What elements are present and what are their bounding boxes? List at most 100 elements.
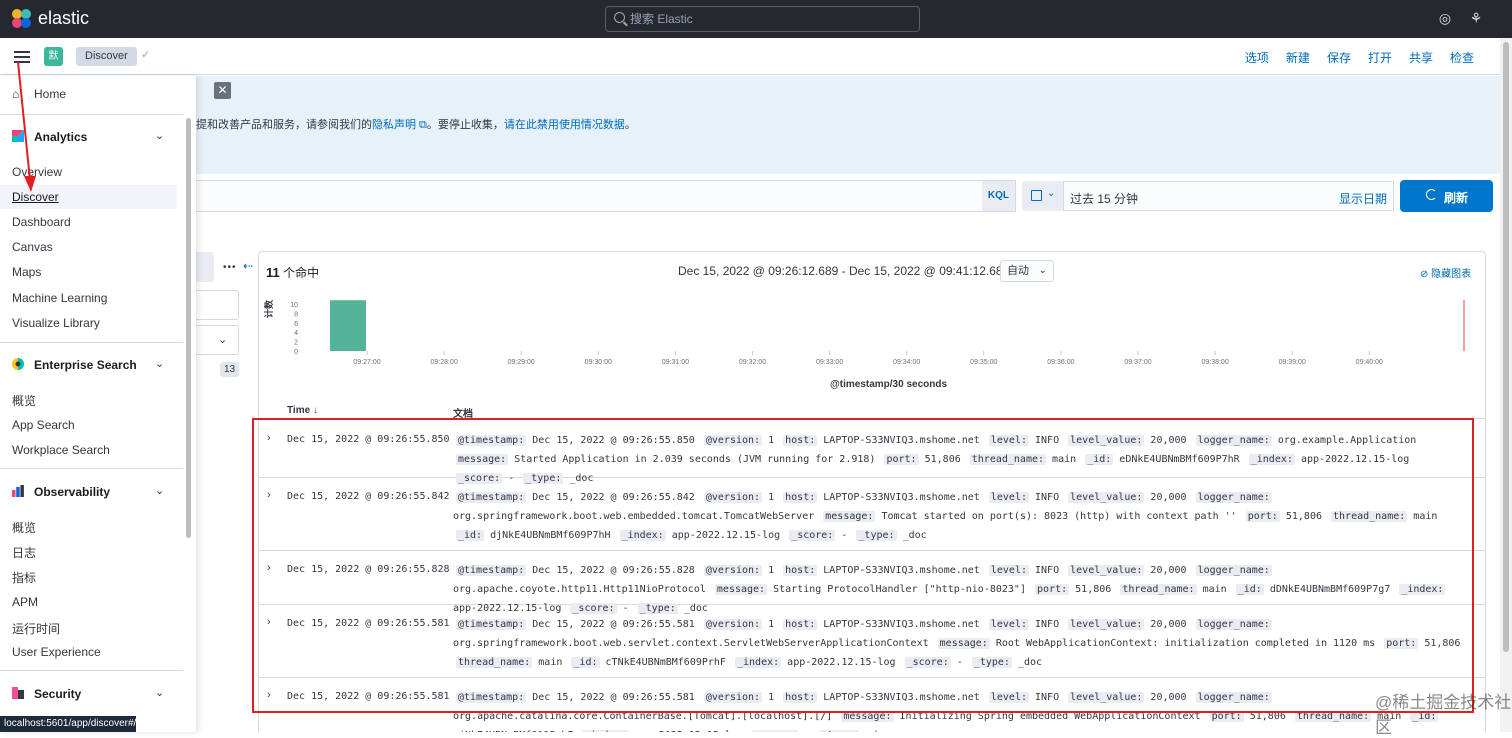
table-row[interactable]: › Dec 15, 2022 @ 09:26:55.581 @timestamp: …: [259, 605, 1485, 678]
field-key: _id:: [456, 530, 485, 541]
chevron-down-icon[interactable]: ⌄: [155, 484, 164, 497]
field-value: org.example.Application: [1277, 435, 1417, 446]
nav-machine-learning[interactable]: Machine Learning: [12, 291, 107, 305]
field-key: message:: [714, 584, 768, 595]
field-value: cTNkE4UBNmBMf609PrhF: [605, 657, 726, 668]
field-key: logger_name:: [1195, 565, 1272, 576]
row-document: @timestamp: Dec 15, 2022 @ 09:26:55.842 …: [453, 488, 1463, 545]
nav-metrics[interactable]: 指标: [12, 569, 36, 586]
field-key: _type:: [971, 657, 1012, 668]
group-security[interactable]: Security ⌄: [12, 687, 164, 701]
row-document: @timestamp: Dec 15, 2022 @ 09:26:55.581 …: [453, 688, 1463, 732]
field-value: 20,000: [1150, 565, 1187, 576]
field-value: 20,000: [1150, 619, 1187, 630]
field-value: djNkE4UBNmBMf609P7hH: [490, 530, 611, 541]
nav-app-search[interactable]: App Search: [12, 418, 75, 432]
field-key: message:: [841, 711, 894, 722]
field-key: message:: [937, 638, 990, 649]
field-key: host:: [783, 565, 818, 576]
field-value: 51,806: [1249, 711, 1286, 722]
nav-canvas[interactable]: Canvas: [12, 240, 53, 254]
field-value: Dec 15, 2022 @ 09:26:55.581: [532, 619, 695, 630]
field-key: level:: [988, 492, 1029, 503]
group-enterprise-search[interactable]: Enterprise Search ⌄: [12, 358, 164, 372]
field-key: _index:: [734, 657, 782, 668]
field-key: port:: [884, 454, 919, 465]
field-value: 1: [768, 619, 775, 630]
field-value: 51,806: [1285, 511, 1322, 522]
field-value: 51,806: [1424, 638, 1461, 649]
field-key: @timestamp:: [456, 619, 527, 630]
group-enterprise-label: Enterprise Search: [34, 358, 137, 372]
field-key: host:: [783, 692, 818, 703]
expand-row-icon[interactable]: ›: [267, 689, 271, 701]
row-time: Dec 15, 2022 @ 09:26:55.581: [287, 618, 450, 629]
field-value: app-2022.12.15-log: [671, 530, 781, 541]
field-value: 51,806: [924, 454, 961, 465]
expand-row-icon[interactable]: ›: [267, 489, 271, 501]
observability-icon: [12, 485, 24, 497]
table-row[interactable]: › Dec 15, 2022 @ 09:26:55.581 @timestamp: …: [259, 678, 1485, 732]
security-icon: [12, 687, 24, 699]
field-key: thread_name:: [1120, 584, 1197, 595]
field-value: main: [538, 657, 563, 668]
field-key: _type:: [856, 530, 897, 541]
row-time: Dec 15, 2022 @ 09:26:55.581: [287, 691, 450, 702]
field-value: INFO: [1035, 435, 1060, 446]
row-time: Dec 15, 2022 @ 09:26:55.828: [287, 564, 450, 575]
analytics-icon: [12, 130, 24, 142]
nav-dashboard[interactable]: Dashboard: [12, 215, 71, 229]
field-value: main: [1413, 511, 1438, 522]
field-value: app-2022.12.15-log: [1300, 454, 1410, 465]
nav-overview[interactable]: Overview: [12, 165, 62, 179]
chevron-down-icon[interactable]: ⌄: [155, 357, 164, 370]
field-key: @timestamp:: [456, 692, 527, 703]
table-row[interactable]: › Dec 15, 2022 @ 09:26:55.842 @timestamp: …: [259, 478, 1485, 551]
nav-apm[interactable]: APM: [12, 595, 38, 609]
field-key: level_value:: [1068, 492, 1145, 503]
table-row[interactable]: › Dec 15, 2022 @ 09:26:55.828 @timestamp: …: [259, 551, 1485, 614]
nav-logs[interactable]: 日志: [12, 544, 36, 561]
sidebar-scrollbar[interactable]: [186, 118, 191, 538]
field-key: @version:: [703, 492, 763, 503]
nav-discover[interactable]: Discover: [12, 190, 59, 204]
table-body: › Dec 15, 2022 @ 09:26:55.850 @timestamp: …: [0, 0, 1512, 732]
divider: [0, 670, 183, 671]
group-analytics[interactable]: Analytics ⌄: [12, 130, 164, 144]
nav-workplace-search[interactable]: Workplace Search: [12, 443, 110, 457]
field-value: 1: [768, 435, 775, 446]
field-key: level_value:: [1068, 692, 1145, 703]
field-value: LAPTOP-S33NVIQ3.mshome.net: [823, 435, 980, 446]
field-value: main: [1052, 454, 1077, 465]
nav-maps[interactable]: Maps: [12, 265, 41, 279]
nav-home[interactable]: ⌂ Home: [12, 87, 66, 101]
nav-es-overview[interactable]: 概览: [12, 392, 36, 409]
group-security-label: Security: [34, 687, 82, 701]
field-key: port:: [1035, 584, 1070, 595]
group-observability[interactable]: Observability ⌄: [12, 485, 164, 499]
field-key: level_value:: [1068, 619, 1145, 630]
divider: [0, 114, 183, 115]
expand-row-icon[interactable]: ›: [267, 562, 271, 574]
nav-user-experience[interactable]: User Experience: [12, 645, 101, 659]
nav-obs-overview[interactable]: 概览: [12, 519, 36, 536]
field-value: Initializing Spring embedded WebApplicat…: [899, 711, 1201, 722]
field-key: logger_name:: [1195, 619, 1272, 630]
table-row[interactable]: › Dec 15, 2022 @ 09:26:55.850 @timestamp: …: [259, 421, 1485, 484]
chevron-down-icon[interactable]: ⌄: [155, 686, 164, 699]
expand-row-icon[interactable]: ›: [267, 432, 271, 444]
expand-row-icon[interactable]: ›: [267, 616, 271, 628]
field-key: host:: [783, 492, 818, 503]
field-key: logger_name:: [1195, 492, 1272, 503]
field-value: INFO: [1035, 619, 1060, 630]
field-key: level:: [988, 619, 1029, 630]
field-value: -: [841, 530, 854, 541]
field-key: message:: [823, 511, 876, 522]
nav-uptime[interactable]: 运行时间: [12, 620, 60, 637]
field-value: Tomcat started on port(s): 8023 (http) w…: [881, 511, 1237, 522]
status-url: localhost:5601/app/discover#/: [0, 716, 136, 732]
field-value: 20,000: [1150, 435, 1187, 446]
field-key: logger_name:: [1195, 692, 1272, 703]
chevron-down-icon[interactable]: ⌄: [155, 129, 164, 142]
nav-visualize-library[interactable]: Visualize Library: [12, 316, 100, 330]
